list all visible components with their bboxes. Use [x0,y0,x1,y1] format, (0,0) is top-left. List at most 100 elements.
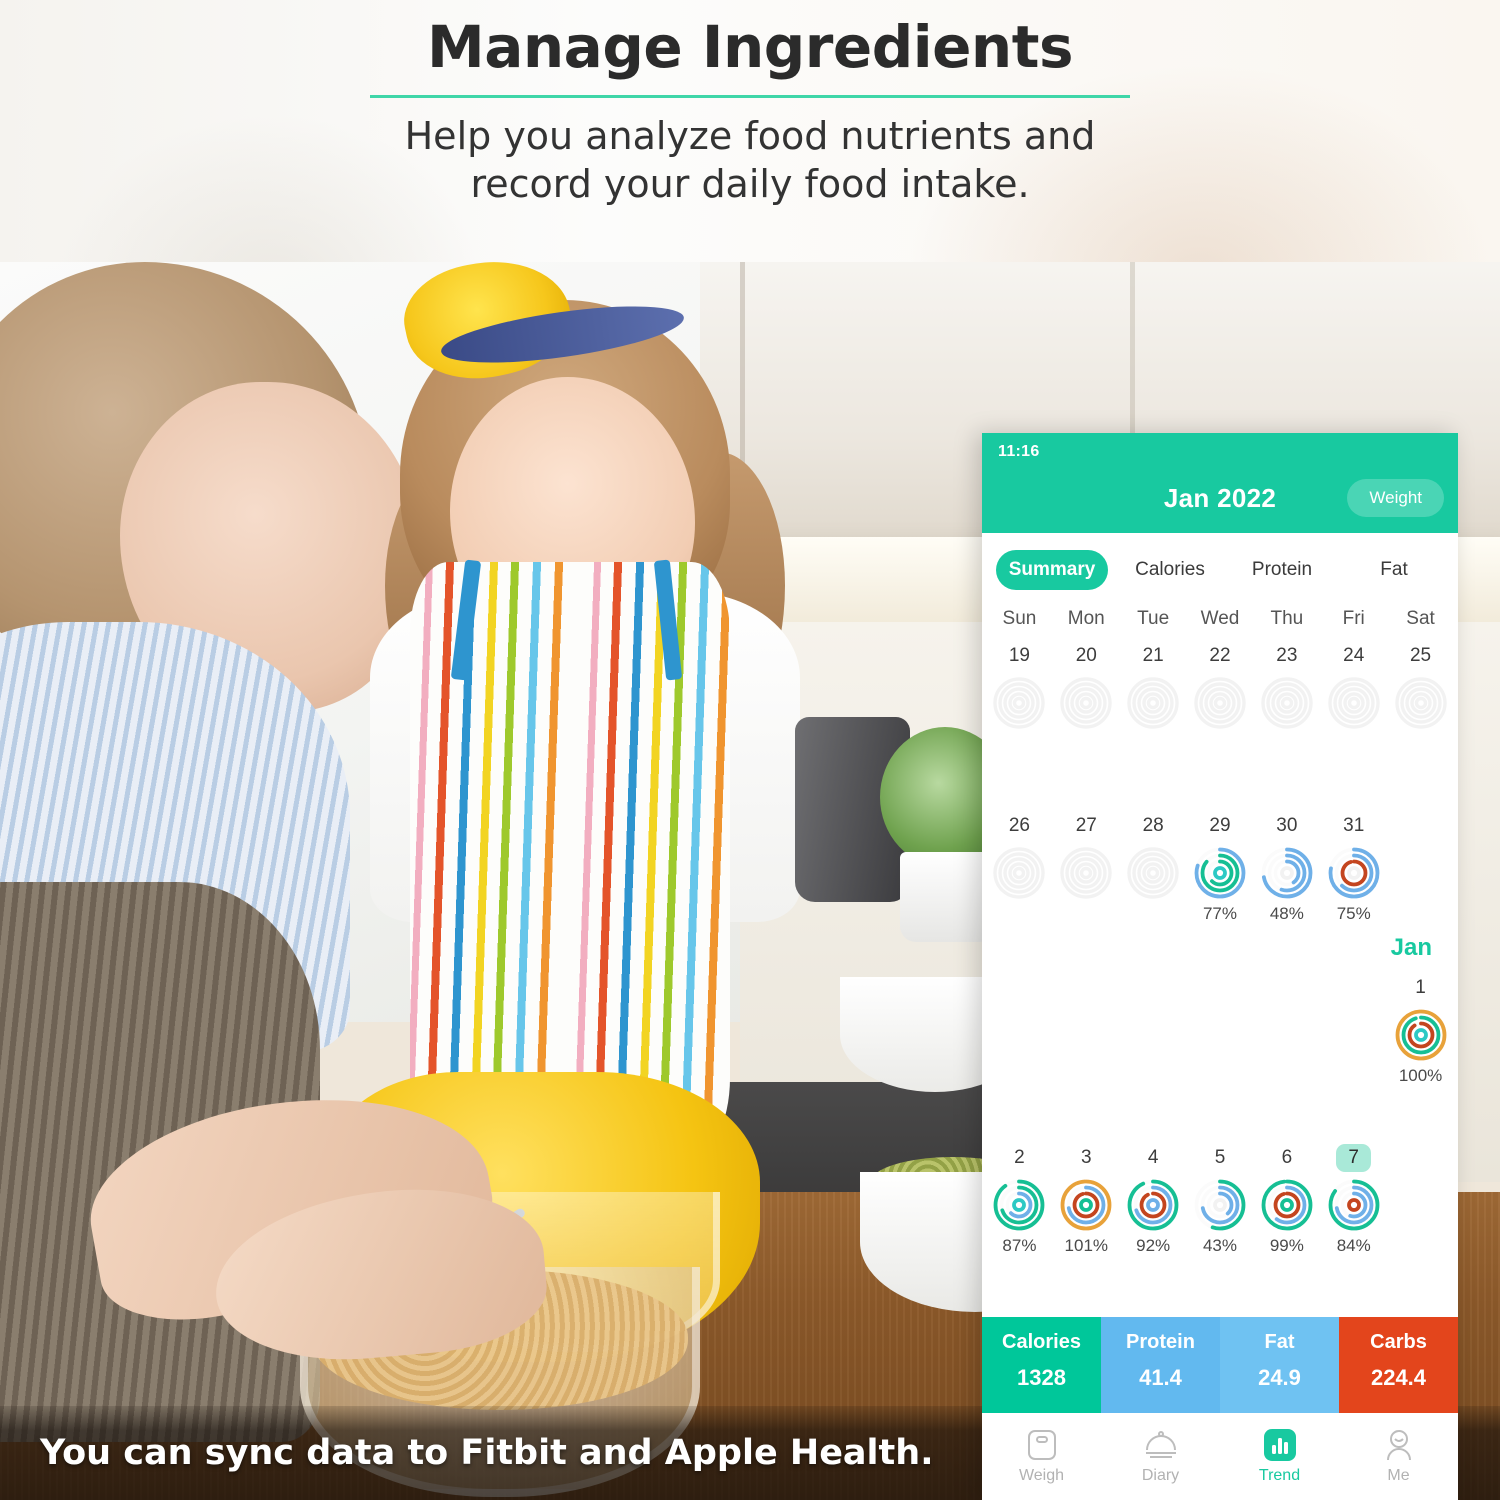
progress-ring [1053,846,1120,900]
calendar-day-cell[interactable]: 1 100% [1387,962,1454,1086]
macro-label: Fat [1264,1331,1295,1353]
calendar-day-cell[interactable]: 22 [1187,630,1254,754]
progress-ring [1187,1178,1254,1232]
nav-me[interactable]: Me [1339,1428,1458,1485]
calendar-day-cell[interactable]: 7 84% [1320,1132,1387,1256]
progress-ring [1387,1008,1454,1062]
calendar-day-number: 25 [1409,645,1432,666]
calendar-cell-empty [1120,962,1187,1086]
completion-percent: 92% [1136,1236,1171,1255]
completion-percent [986,734,1053,754]
macro-value: 224.4 [1370,1365,1427,1390]
progress-ring [1320,676,1387,730]
nav-label: Trend [1258,1467,1301,1484]
calendar-cell-empty [1053,962,1120,1086]
photo-plant-pot [900,852,995,942]
calendar-day-cell[interactable]: 24 [1320,630,1387,754]
nav-trend[interactable]: Trend [1220,1428,1339,1485]
calendar-day-cell[interactable]: 28 [1120,800,1187,924]
progress-ring [1387,676,1454,730]
macro-protein[interactable]: Protein 41.4 [1101,1317,1220,1413]
completion-percent [1053,904,1120,924]
nav-diary[interactable]: Diary [1101,1428,1220,1485]
calendar-day-number: 5 [1214,1147,1226,1168]
calendar-day-cell[interactable]: 23 [1253,630,1320,754]
calendar-cell-empty [1187,962,1254,1086]
macro-fat[interactable]: Fat 24.9 [1220,1317,1339,1413]
calendar-day-cell[interactable]: 3 101% [1053,1132,1120,1256]
tab-calories[interactable]: Calories [1114,550,1226,590]
calendar-day-number: 4 [1147,1147,1159,1168]
calendar-day-cell[interactable]: 31 75% [1320,800,1387,924]
calendar-day-number: 26 [1008,815,1030,836]
completion-percent [1120,904,1187,924]
month-divider-label: Jan [1390,934,1432,961]
calendar-week-row: 1 100% [982,962,1458,1086]
page-title: Manage Ingredients [427,13,1073,81]
promo-banner: Manage Ingredients Help you analyze food… [0,0,1500,262]
completion-percent [1120,734,1187,754]
calendar-day-number: 22 [1209,645,1231,666]
weekday-sun: Sun [1002,608,1037,629]
weekday-sat: Sat [1406,608,1435,629]
calendar-day-number: 27 [1075,815,1097,836]
tab-fat[interactable]: Fat [1338,550,1450,590]
calendar-day-number: 3 [1080,1147,1092,1168]
progress-ring [1253,1178,1320,1232]
weight-button[interactable]: Weight [1347,479,1444,517]
nav-label: Diary [1141,1467,1180,1484]
calendar-day-number: 29 [1209,815,1231,836]
completion-percent: 101% [1064,1236,1109,1255]
weekday-thu: Thu [1270,608,1304,629]
completion-percent: 75% [1336,904,1371,923]
calendar-day-cell[interactable]: 29 77% [1187,800,1254,924]
calendar-day-cell[interactable]: 27 [1053,800,1120,924]
calendar-row-gap [982,1086,1458,1132]
completion-percent: 77% [1202,904,1237,923]
calendar-day-cell[interactable]: 5 43% [1187,1132,1254,1256]
nav-weigh[interactable]: Weigh [982,1428,1101,1485]
calendar-day-cell[interactable]: 26 [986,800,1053,924]
scale-icon [982,1428,1101,1462]
tab-protein[interactable]: Protein [1226,550,1338,590]
cloche-icon [1101,1428,1220,1462]
bottom-navigation: Weigh Diary Trend Me [982,1413,1458,1500]
completion-percent [1320,734,1387,754]
calendar-day-cell[interactable]: 4 92% [1120,1132,1187,1256]
app-header: 11:16 Jan 2022 Weight [982,433,1458,533]
calendar-day-cell[interactable]: 21 [1120,630,1187,754]
completion-percent: 87% [1002,1236,1037,1255]
metric-tabs: Summary Calories Protein Fat [982,533,1458,604]
macro-label: Protein [1126,1331,1195,1353]
nav-label: Weigh [1018,1467,1065,1484]
calendar-cell-empty [1387,800,1454,924]
calendar-day-cell[interactable]: 2 87% [986,1132,1053,1256]
calendar-row-gap [982,754,1458,800]
calendar-day-number: 23 [1276,645,1298,666]
tab-summary[interactable]: Summary [996,550,1108,590]
nav-label: Me [1387,1467,1410,1484]
calendar-day-number: 19 [1008,645,1030,666]
caption-text: You can sync data to Fitbit and Apple He… [40,1433,934,1473]
calendar-week-row: 2 87% 3 101% 4 92% 5 43% 6 99% 7 84% [982,1132,1458,1256]
completion-percent [1187,734,1254,754]
calendar-day-cell[interactable]: 20 [1053,630,1120,754]
calendar-day-number: 2 [1014,1147,1025,1168]
calendar-day-cell[interactable]: 19 [986,630,1053,754]
progress-ring [1120,846,1187,900]
progress-ring [1320,1178,1387,1232]
calendar-cell-empty [1387,1132,1454,1256]
completion-percent: 48% [1269,904,1304,923]
calendar-day-cell[interactable]: 6 99% [1253,1132,1320,1256]
progress-ring [1120,1178,1187,1232]
calendar-day-cell[interactable]: 30 48% [1253,800,1320,924]
bar-chart-icon [1220,1428,1339,1462]
calendar-week-row: 26 27 28 29 77% 30 48% 31 75% [982,800,1458,924]
macro-carbs[interactable]: Carbs 224.4 [1339,1317,1458,1413]
calendar-day-cell[interactable]: 25 [1387,630,1454,754]
progress-ring [986,846,1053,900]
macro-calories[interactable]: Calories 1328 [982,1317,1101,1413]
calendar-cell-empty [1253,962,1320,1086]
completion-percent: 43% [1202,1236,1237,1255]
progress-ring [1253,676,1320,730]
